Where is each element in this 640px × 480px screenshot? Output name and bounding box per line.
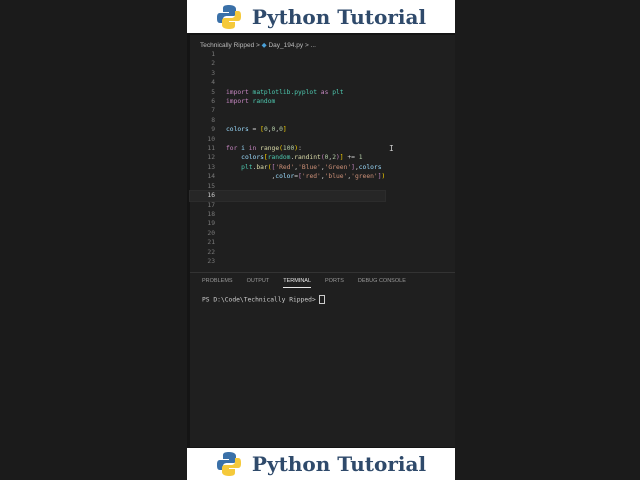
banner-title: Python Tutorial: [251, 452, 427, 476]
code-line[interactable]: 18: [190, 210, 385, 219]
line-number: 9: [211, 126, 215, 134]
bottom-banner: Python Tutorial: [187, 448, 455, 480]
code-line[interactable]: 23: [190, 257, 385, 266]
line-number: 11: [207, 145, 215, 153]
terminal-prompt[interactable]: PS D:\Code\Technically Ripped>: [202, 295, 325, 304]
line-number: 21: [207, 239, 215, 247]
code-line[interactable]: 8: [190, 116, 385, 125]
python-file-icon: ◆: [261, 42, 267, 49]
python-logo-icon: [216, 452, 241, 476]
code-line[interactable]: 11 for i in range(100):: [190, 144, 385, 153]
code-line[interactable]: 3: [190, 69, 385, 78]
code-line[interactable]: 20: [190, 229, 385, 238]
text-cursor-icon: I: [389, 144, 394, 153]
breadcrumb: Technically Ripped > ◆ Day_194.py > ...: [200, 42, 316, 49]
line-number: 1: [211, 51, 215, 58]
code-line[interactable]: 16: [188, 190, 387, 202]
code-line[interactable]: 10: [190, 135, 385, 144]
line-code: import random: [226, 98, 276, 106]
line-number: 20: [207, 229, 215, 237]
line-code: ,color=['red','blue','green']): [271, 173, 386, 181]
code-line[interactable]: 5 import matplotlib.pyplot as plt: [190, 88, 385, 97]
blurred-background-left: [0, 0, 187, 480]
line-code: plt.bar(['Red','Blue','Green'],colors: [241, 163, 382, 171]
banner-title: Python Tutorial: [251, 4, 427, 29]
line-number: 15: [207, 182, 215, 190]
line-number: 19: [207, 220, 215, 228]
tab-ports[interactable]: PORTS: [325, 278, 344, 288]
tab-problems[interactable]: PROBLEMS: [202, 278, 233, 288]
terminal-cursor: [318, 295, 325, 304]
code-line[interactable]: 2: [190, 59, 385, 68]
line-code: import matplotlib.pyplot as plt: [226, 88, 344, 96]
code-line[interactable]: 15: [190, 182, 385, 191]
code-editor[interactable]: Technically Ripped > ◆ Day_194.py > ... …: [188, 35, 455, 272]
line-number: 7: [211, 107, 215, 115]
prompt-text: PS D:\Code\Technically Ripped>: [202, 296, 316, 304]
code-line[interactable]: 17: [190, 201, 385, 210]
code-line[interactable]: 4: [190, 78, 385, 87]
code-line[interactable]: 14 ,color=['red','blue','green']): [190, 172, 385, 181]
line-number: 16: [207, 192, 215, 200]
python-logo-icon: [216, 4, 241, 29]
code-line[interactable]: 6 import random: [190, 97, 385, 106]
line-code: for i in range(100):: [226, 145, 302, 153]
line-number: 5: [211, 88, 215, 96]
code-lines[interactable]: 1 2 3 4 5 import matplotlib.pyplot as plt 6 imp…: [188, 50, 387, 266]
code-line[interactable]: 21: [190, 238, 385, 247]
code-line[interactable]: 9 colors = [0,0,0]: [190, 125, 385, 134]
line-number: 17: [207, 201, 215, 209]
line-number: 4: [211, 79, 215, 87]
line-number: 6: [211, 98, 215, 106]
breadcrumb-file[interactable]: Day_194.py: [268, 42, 303, 49]
tab-debug-console[interactable]: DEBUG CONSOLE: [358, 278, 406, 288]
line-number: 18: [207, 210, 215, 218]
top-banner: Python Tutorial: [187, 0, 455, 33]
line-number: 2: [211, 60, 215, 68]
line-number: 8: [211, 116, 215, 124]
code-line[interactable]: 13 plt.bar(['Red','Blue','Green'],colors: [190, 163, 385, 172]
breadcrumb-folder[interactable]: Technically Ripped: [200, 42, 254, 49]
tab-output[interactable]: OUTPUT: [247, 278, 270, 288]
line-number: 13: [207, 163, 215, 171]
breadcrumb-more[interactable]: ...: [311, 42, 316, 49]
line-number: 23: [207, 257, 215, 265]
code-line[interactable]: 7: [190, 106, 385, 115]
panel-tabs: PROBLEMS OUTPUT TERMINAL PORTS DEBUG CONSOLE: [190, 273, 455, 288]
line-code: colors[random.randint(0,2)] += 1: [241, 154, 363, 162]
code-line[interactable]: 22: [190, 248, 385, 257]
code-line[interactable]: 1: [190, 50, 385, 59]
bottom-panel: PROBLEMS OUTPUT TERMINAL PORTS DEBUG CONSOLE…: [190, 272, 455, 447]
tab-terminal[interactable]: TERMINAL: [283, 278, 312, 288]
line-number: 3: [211, 69, 215, 77]
line-number: 22: [207, 248, 215, 256]
code-line[interactable]: 19: [190, 219, 385, 228]
line-number: 14: [207, 173, 215, 181]
line-code: colors = [0,0,0]: [226, 126, 287, 134]
code-line[interactable]: 12 colors[random.randint(0,2)] += 1: [190, 153, 385, 162]
line-number: 10: [207, 135, 215, 143]
blurred-background-right: [455, 0, 640, 480]
line-number: 12: [207, 154, 215, 162]
